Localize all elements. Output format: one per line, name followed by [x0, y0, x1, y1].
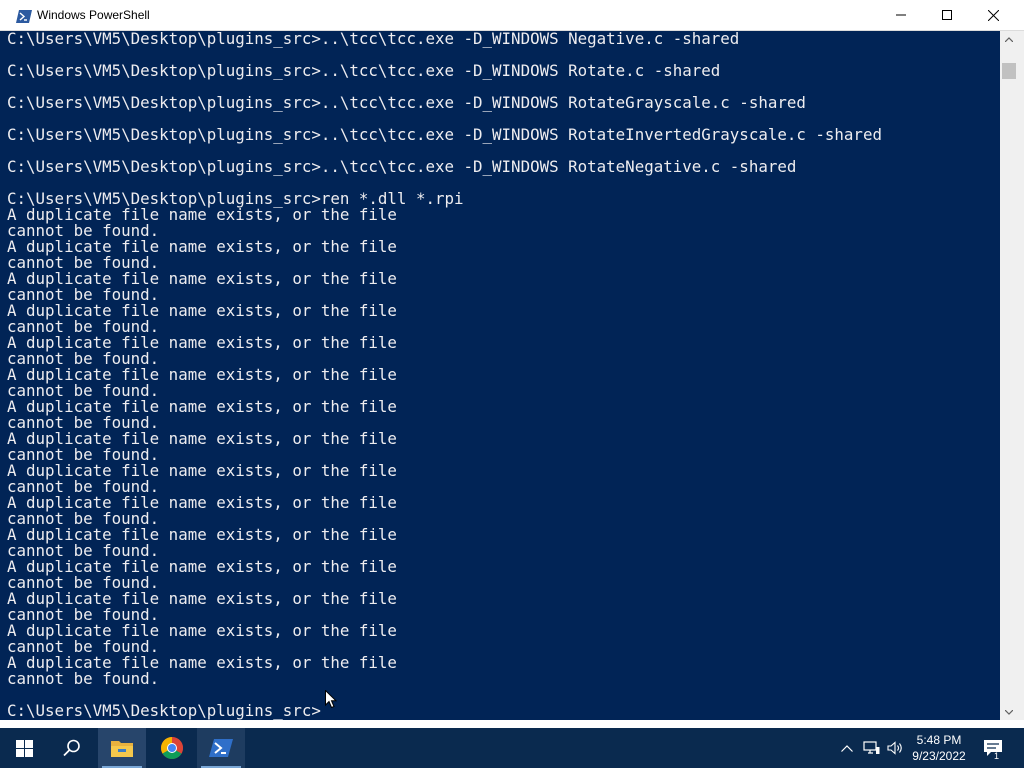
- scrollbar-thumb[interactable]: [1002, 63, 1016, 79]
- taskbar: 5:48 PM 9/23/2022 1: [0, 728, 1024, 768]
- console-line: C:\Users\VM5\Desktop\plugins_src>..\tcc\…: [7, 61, 721, 80]
- window-title: Windows PowerShell: [37, 8, 150, 22]
- mouse-cursor-icon: [325, 690, 337, 709]
- file-explorer-icon: [111, 741, 133, 757]
- network-icon: [862, 741, 879, 754]
- scroll-up-button[interactable]: [1000, 31, 1018, 47]
- volume-button[interactable]: [884, 728, 906, 768]
- minimize-button[interactable]: [878, 0, 924, 30]
- powershell-icon: [209, 739, 233, 757]
- volume-icon: [886, 741, 902, 755]
- console-line: C:\Users\VM5\Desktop\plugins_src>..\tcc\…: [7, 125, 882, 144]
- chevron-down-icon: [1005, 709, 1013, 715]
- chevron-up-icon: [1005, 36, 1013, 42]
- action-center-button[interactable]: 1: [978, 728, 1008, 768]
- close-button[interactable]: [970, 0, 1016, 30]
- system-clock[interactable]: 5:48 PM 9/23/2022: [908, 732, 970, 764]
- close-icon: [987, 9, 999, 21]
- search-icon: [63, 739, 80, 757]
- powershell-icon: [16, 8, 32, 23]
- title-bar[interactable]: Windows PowerShell: [0, 0, 1024, 31]
- chrome-icon: [161, 737, 183, 759]
- maximize-icon: [942, 10, 952, 20]
- network-button[interactable]: [860, 728, 882, 768]
- window-border: [1018, 31, 1024, 720]
- vertical-scrollbar[interactable]: [1000, 31, 1018, 720]
- show-hidden-icons-button[interactable]: [836, 728, 858, 768]
- taskbar-file-explorer[interactable]: [98, 728, 146, 768]
- scroll-down-button[interactable]: [1000, 704, 1018, 720]
- console-output[interactable]: C:\Users\VM5\Desktop\plugins_src>..\tcc\…: [0, 31, 1000, 720]
- console-line: cannot be found.: [7, 669, 160, 688]
- search-button[interactable]: [48, 728, 96, 768]
- maximize-button[interactable]: [924, 0, 970, 30]
- taskbar-chrome[interactable]: [148, 728, 196, 768]
- chevron-up-icon: [841, 744, 853, 752]
- minimize-icon: [896, 14, 906, 16]
- clock-date: 9/23/2022: [912, 749, 966, 763]
- start-icon: [15, 739, 33, 757]
- taskbar-powershell[interactable]: [197, 728, 245, 768]
- start-button[interactable]: [0, 728, 48, 768]
- console-line: C:\Users\VM5\Desktop\plugins_src>..\tcc\…: [7, 157, 797, 176]
- clock-time: 5:48 PM: [916, 733, 962, 747]
- console-line: C:\Users\VM5\Desktop\plugins_src>..\tcc\…: [7, 93, 806, 112]
- console-line: C:\Users\VM5\Desktop\plugins_src>: [7, 701, 321, 720]
- console-line: C:\Users\VM5\Desktop\plugins_src>..\tcc\…: [7, 31, 740, 48]
- notification-icon: [984, 740, 1002, 756]
- notification-count: 1: [994, 751, 1000, 761]
